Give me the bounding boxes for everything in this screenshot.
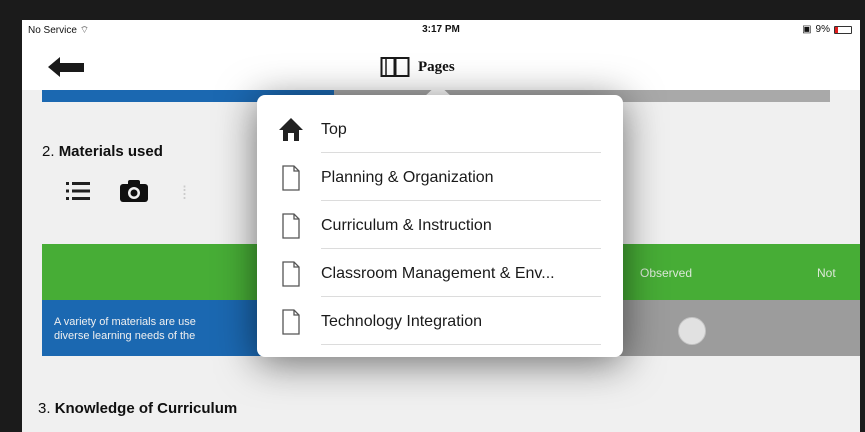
battery-status: ▣ 9% [802,24,852,35]
divider [321,344,601,345]
book-icon [380,57,410,77]
page-icon [282,309,300,335]
status-bar: No Service ⌔ 3:17 PM ▣ 9% [22,20,860,40]
popover-item-label: Planning & Organization [321,169,494,186]
popover-item-curriculum[interactable]: Curriculum & Instruction [279,201,623,249]
popover-item-label: Top [321,121,347,138]
page-icon [282,261,300,287]
clock: 3:17 PM [422,24,460,35]
battery-percent: 9% [815,24,830,35]
back-button[interactable] [46,54,86,80]
popover-item-label: Curriculum & Instruction [321,217,492,234]
pages-popover: Top Planning & Organization Curriculum &… [257,95,623,357]
popover-item-top[interactable]: Top [279,105,623,153]
home-icon [279,118,303,141]
popover-item-technology[interactable]: Technology Integration [279,297,623,345]
popover-item-label: Classroom Management & Env... [321,265,555,282]
nav-bar: Pages [22,42,860,90]
app-screen: No Service ⌔ 3:17 PM ▣ 9% Pages 2. Mater… [22,20,860,432]
page-icon [282,213,300,239]
battery-icon [834,25,852,34]
popover-item-classroom[interactable]: Classroom Management & Env... [279,249,623,297]
back-arrow-icon [48,57,84,77]
popover-item-label: Technology Integration [321,313,482,330]
popover-item-planning[interactable]: Planning & Organization [279,153,623,201]
pages-menu-button[interactable]: Pages [380,56,455,78]
nav-title: Pages [418,58,455,75]
orientation-lock-icon: ▣ [802,24,812,35]
page-icon [282,165,300,191]
